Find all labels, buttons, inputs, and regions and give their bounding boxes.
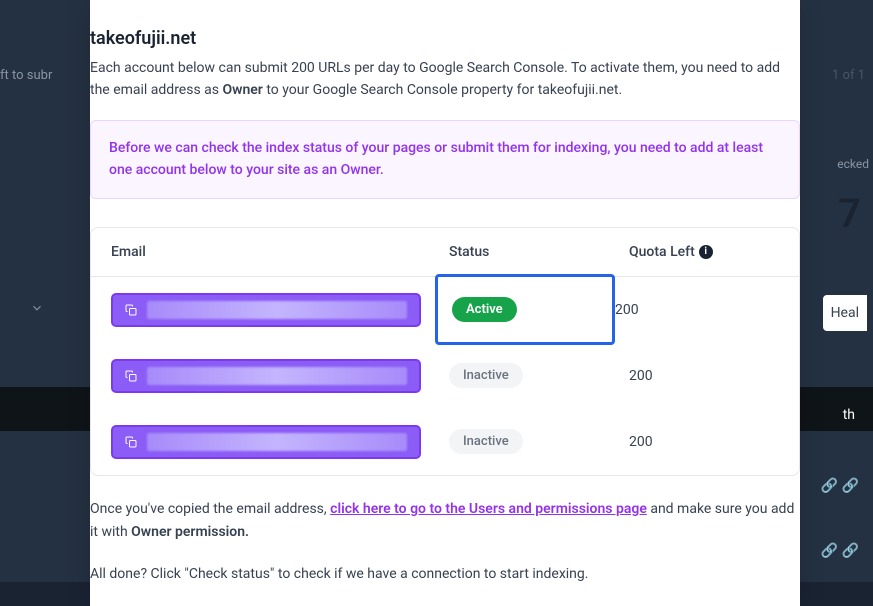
email-copy-pill[interactable] (111, 293, 421, 327)
intro-text-part: to your Google Search Console property f… (263, 82, 622, 98)
status-highlighted: Active (435, 274, 615, 345)
status-badge-inactive: Inactive (449, 363, 523, 388)
warning-banner: Before we can check the index status of … (90, 120, 800, 199)
quota-value: 200 (629, 368, 779, 384)
table-header: Email Status Quota Left i (91, 228, 799, 277)
footer-text-part: Once you've copied the email address, (90, 501, 330, 517)
table-row: Inactive 200 (91, 409, 799, 475)
bg-stat-number: 7 (838, 190, 861, 237)
copy-icon (125, 436, 137, 448)
bg-action-icons[interactable]: 🔗 🔗 (821, 543, 859, 559)
quota-label: Quota Left (629, 244, 695, 260)
footer-check-status: All done? Click "Check status" to check … (90, 563, 800, 585)
email-redacted (147, 433, 407, 451)
copy-icon (125, 304, 137, 316)
status-badge-inactive: Inactive (449, 429, 523, 454)
warning-text: Before we can check the index status of … (109, 137, 781, 182)
quota-value: 200 (615, 302, 779, 318)
email-copy-pill[interactable] (111, 359, 421, 393)
column-email: Email (111, 244, 449, 260)
table-row: Inactive 200 (91, 343, 799, 409)
chevron-down-icon[interactable] (30, 300, 44, 319)
copy-icon (125, 370, 137, 382)
email-copy-pill[interactable] (111, 425, 421, 459)
domain-title: takeofujii.net (90, 28, 800, 57)
intro-strong: Owner (222, 82, 262, 98)
footer-strong: Owner permission. (131, 524, 249, 540)
bg-checked-label: ecked (837, 157, 869, 171)
table-row: Active 200 (91, 277, 799, 343)
status-badge-active: Active (452, 297, 517, 322)
info-icon[interactable]: i (699, 245, 713, 259)
accounts-table: Email Status Quota Left i (90, 227, 800, 476)
bg-partial-text: ft to subr (0, 68, 52, 83)
intro-description: Each account below can submit 200 URLs p… (90, 57, 800, 120)
users-permissions-link[interactable]: click here to go to the Users and permis… (330, 501, 647, 517)
bg-action-icons[interactable]: 🔗 🔗 (821, 478, 859, 494)
footer-instructions: Once you've copied the email address, cl… (90, 498, 800, 546)
bg-pagination: 1 of 1 (832, 68, 865, 83)
bg-th-text: th (843, 407, 855, 423)
email-redacted (147, 301, 407, 319)
quota-value: 200 (629, 434, 779, 450)
accounts-modal: takeofujii.net Each account below can su… (90, 0, 800, 606)
bg-heal-button[interactable]: Heal (823, 295, 867, 331)
column-quota: Quota Left i (629, 244, 779, 260)
column-status: Status (449, 244, 629, 260)
email-redacted (147, 367, 407, 385)
